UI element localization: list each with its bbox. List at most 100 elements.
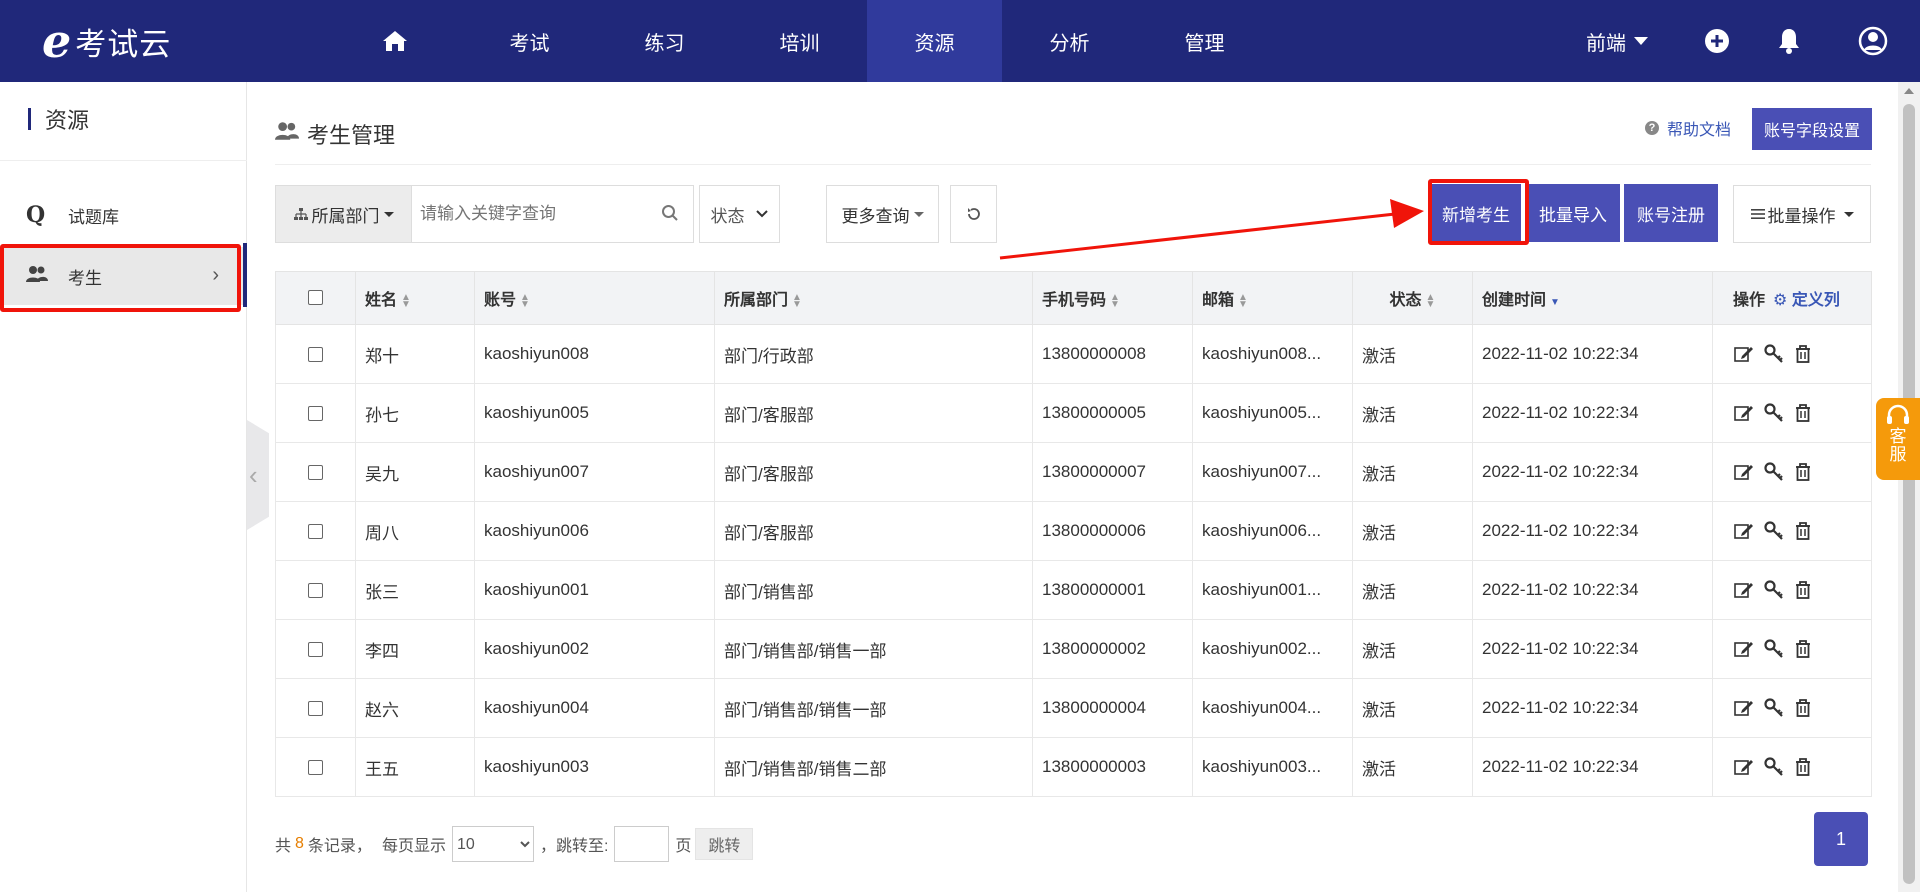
cell-phone: 13800000006	[1032, 501, 1193, 561]
nav-resources[interactable]: 资源	[867, 0, 1002, 82]
key-icon[interactable]	[1764, 580, 1784, 600]
sort-icon: ▲ ▼	[1110, 291, 1120, 310]
edit-icon[interactable]	[1734, 581, 1754, 599]
row-select-cell[interactable]	[275, 619, 356, 679]
key-icon[interactable]	[1764, 344, 1784, 364]
logo-letter: e	[42, 14, 72, 68]
department-filter[interactable]: 所属部门	[275, 185, 412, 243]
row-checkbox[interactable]	[308, 347, 323, 363]
row-select-cell[interactable]	[275, 324, 356, 384]
vertical-scrollbar[interactable]	[1898, 82, 1920, 892]
sidebar-collapse-handle[interactable]: ‹	[247, 420, 269, 530]
more-query-button[interactable]: 更多查询	[826, 185, 939, 243]
cell-status: 激活	[1352, 560, 1473, 620]
row-select-cell[interactable]	[275, 383, 356, 443]
key-icon[interactable]	[1764, 757, 1784, 777]
row-checkbox[interactable]	[308, 760, 323, 776]
key-icon[interactable]	[1764, 462, 1784, 482]
logo[interactable]: e 考试云	[42, 16, 171, 66]
row-checkbox[interactable]	[308, 465, 323, 481]
key-icon[interactable]	[1764, 639, 1784, 659]
customer-service-button[interactable]: 客 服	[1876, 398, 1920, 480]
nav-exam[interactable]: 考试	[462, 0, 597, 82]
header-label: 创建时间	[1482, 292, 1547, 309]
row-checkbox[interactable]	[308, 642, 323, 658]
row-checkbox[interactable]	[308, 524, 323, 540]
reset-button[interactable]	[950, 185, 997, 243]
jump-page-input[interactable]	[614, 826, 670, 862]
header-status[interactable]: 状态 ▲ ▼	[1352, 271, 1473, 325]
scrollbar-thumb[interactable]	[1903, 104, 1915, 884]
row-select-cell[interactable]	[275, 560, 356, 620]
help-docs-link[interactable]: ? 帮助文档	[1645, 116, 1731, 140]
search-input[interactable]	[420, 194, 660, 234]
nav-practice[interactable]: 练习	[597, 0, 732, 82]
row-select-cell[interactable]	[275, 678, 356, 738]
batch-import-button[interactable]: 批量导入	[1526, 184, 1620, 242]
header-select-all[interactable]	[275, 271, 356, 325]
row-select-cell[interactable]	[275, 442, 356, 502]
row-checkbox[interactable]	[308, 701, 323, 717]
cell-created: 2022-11-02 10:22:34	[1472, 383, 1713, 443]
row-select-cell[interactable]	[275, 737, 356, 797]
edit-icon[interactable]	[1734, 640, 1754, 658]
header-phone[interactable]: 手机号码 ▲ ▼	[1032, 271, 1193, 325]
edit-icon[interactable]	[1734, 522, 1754, 540]
nav-manage[interactable]: 管理	[1137, 0, 1272, 82]
row-checkbox[interactable]	[308, 583, 323, 599]
edit-icon[interactable]	[1734, 699, 1754, 717]
sidebar-title: 资源	[28, 104, 89, 134]
search-icon[interactable]	[661, 204, 679, 222]
status-select[interactable]: 状态	[699, 185, 780, 243]
trash-icon[interactable]	[1794, 462, 1812, 482]
edit-icon[interactable]	[1734, 404, 1754, 422]
per-page-select[interactable]: 10	[451, 826, 534, 862]
sort-icon: ▲ ▼	[520, 291, 530, 310]
header-account[interactable]: 账号 ▲ ▼	[474, 271, 715, 325]
batch-operations-dropdown[interactable]: 批量操作	[1733, 185, 1871, 243]
trash-icon[interactable]	[1794, 521, 1812, 541]
nav-analysis[interactable]: 分析	[1002, 0, 1137, 82]
key-icon[interactable]	[1764, 521, 1784, 541]
trash-icon[interactable]	[1794, 403, 1812, 423]
trash-icon[interactable]	[1794, 344, 1812, 364]
cell-email: kaoshiyun006...	[1192, 501, 1353, 561]
define-columns-link[interactable]: ⚙ 定义列	[1773, 292, 1840, 309]
row-select-cell[interactable]	[275, 501, 356, 561]
add-circle-icon[interactable]	[1702, 26, 1732, 56]
edit-icon[interactable]	[1734, 463, 1754, 481]
select-all-checkbox[interactable]	[308, 290, 323, 306]
header-department[interactable]: 所属部门 ▲ ▼	[714, 271, 1033, 325]
header-name[interactable]: 姓名 ▲ ▼	[355, 271, 475, 325]
caret-down-icon	[1634, 37, 1648, 45]
nav-training[interactable]: 培训	[732, 0, 867, 82]
nav-home[interactable]	[327, 0, 462, 82]
department-filter-label: 所属部门	[311, 206, 380, 226]
account-register-button[interactable]: 账号注册	[1624, 184, 1718, 242]
trash-icon[interactable]	[1794, 580, 1812, 600]
sidebar-item-question-bank[interactable]: Q 试题库	[0, 186, 247, 244]
scroll-up-icon[interactable]	[1904, 88, 1914, 94]
trash-icon[interactable]	[1794, 639, 1812, 659]
header-email[interactable]: 邮箱 ▲ ▼	[1192, 271, 1353, 325]
trash-icon[interactable]	[1794, 698, 1812, 718]
header-created[interactable]: 创建时间 ▼	[1472, 271, 1713, 325]
row-checkbox[interactable]	[308, 406, 323, 422]
per-page-label: 每页显示	[381, 838, 446, 855]
sort-icon: ▲ ▼	[401, 291, 411, 310]
page-1-button[interactable]: 1	[1814, 812, 1868, 866]
account-field-settings-button[interactable]: 账号字段设置	[1752, 108, 1872, 150]
edit-icon[interactable]	[1734, 345, 1754, 363]
key-icon[interactable]	[1764, 698, 1784, 718]
edit-icon[interactable]	[1734, 758, 1754, 776]
kefu-label-1: 客	[1889, 427, 1907, 446]
pagination-suffix: 条记录，	[307, 838, 372, 855]
bell-icon[interactable]	[1774, 26, 1804, 56]
user-icon[interactable]	[1858, 26, 1888, 56]
trash-icon[interactable]	[1794, 757, 1812, 777]
key-icon[interactable]	[1764, 403, 1784, 423]
frontend-dropdown[interactable]: 前端	[1586, 0, 1648, 82]
cell-status: 激活	[1352, 678, 1473, 738]
cell-dept: 部门/销售部/销售一部	[714, 619, 1033, 679]
jump-button[interactable]: 跳转	[695, 828, 754, 860]
